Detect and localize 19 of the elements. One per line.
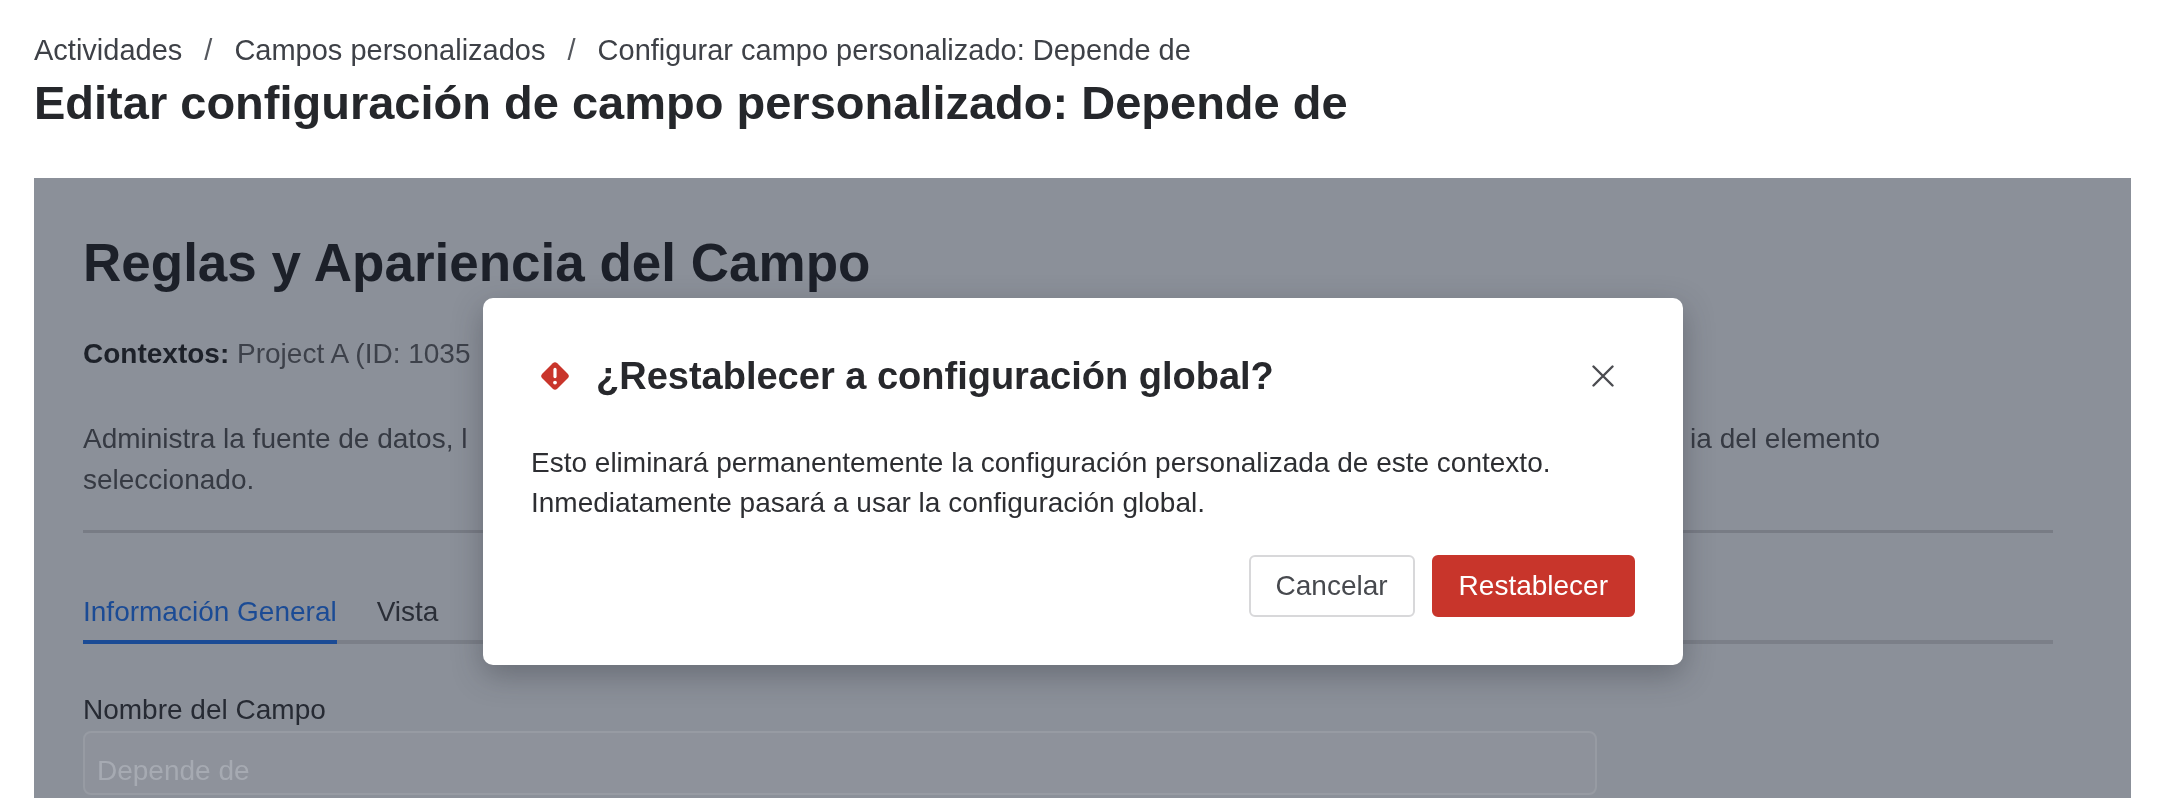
breadcrumb-current: Configurar campo personalizado: Depende de (597, 33, 1191, 68)
description-text: seleccionado. (83, 463, 255, 497)
description-text: Administra la fuente de datos, l (83, 422, 468, 456)
breadcrumb-link[interactable]: Campos personalizados (234, 32, 546, 68)
field-label: Nombre del Campo (83, 693, 326, 727)
page-title: Editar configuración de campo personalizado: Depende de (34, 75, 1348, 131)
breadcrumb-separator: / (567, 33, 576, 68)
contexts-text: Contextos: Project A (ID: 1035 (83, 337, 471, 371)
dialog-message: Esto eliminará permanentemente la configuración personalizada de este contexto. Inmediatamente pasará a usar la configuración global. (531, 446, 1552, 520)
reset-button[interactable]: Restablecer (1431, 555, 1635, 617)
card-title: Reglas y Apariencia del Campo (83, 232, 871, 294)
tab[interactable]: Información General (83, 592, 337, 644)
dialog-title: ¿Restablecer a configuración global? (596, 354, 1275, 399)
description-text: ia del elemento (1690, 422, 1880, 456)
close-icon (1592, 365, 1614, 387)
breadcrumb-separator: / (204, 33, 213, 68)
cancel-button[interactable]: Cancelar (1248, 555, 1415, 617)
tab[interactable]: Vista (376, 592, 439, 644)
breadcrumb-link[interactable]: Actividades (34, 32, 183, 68)
